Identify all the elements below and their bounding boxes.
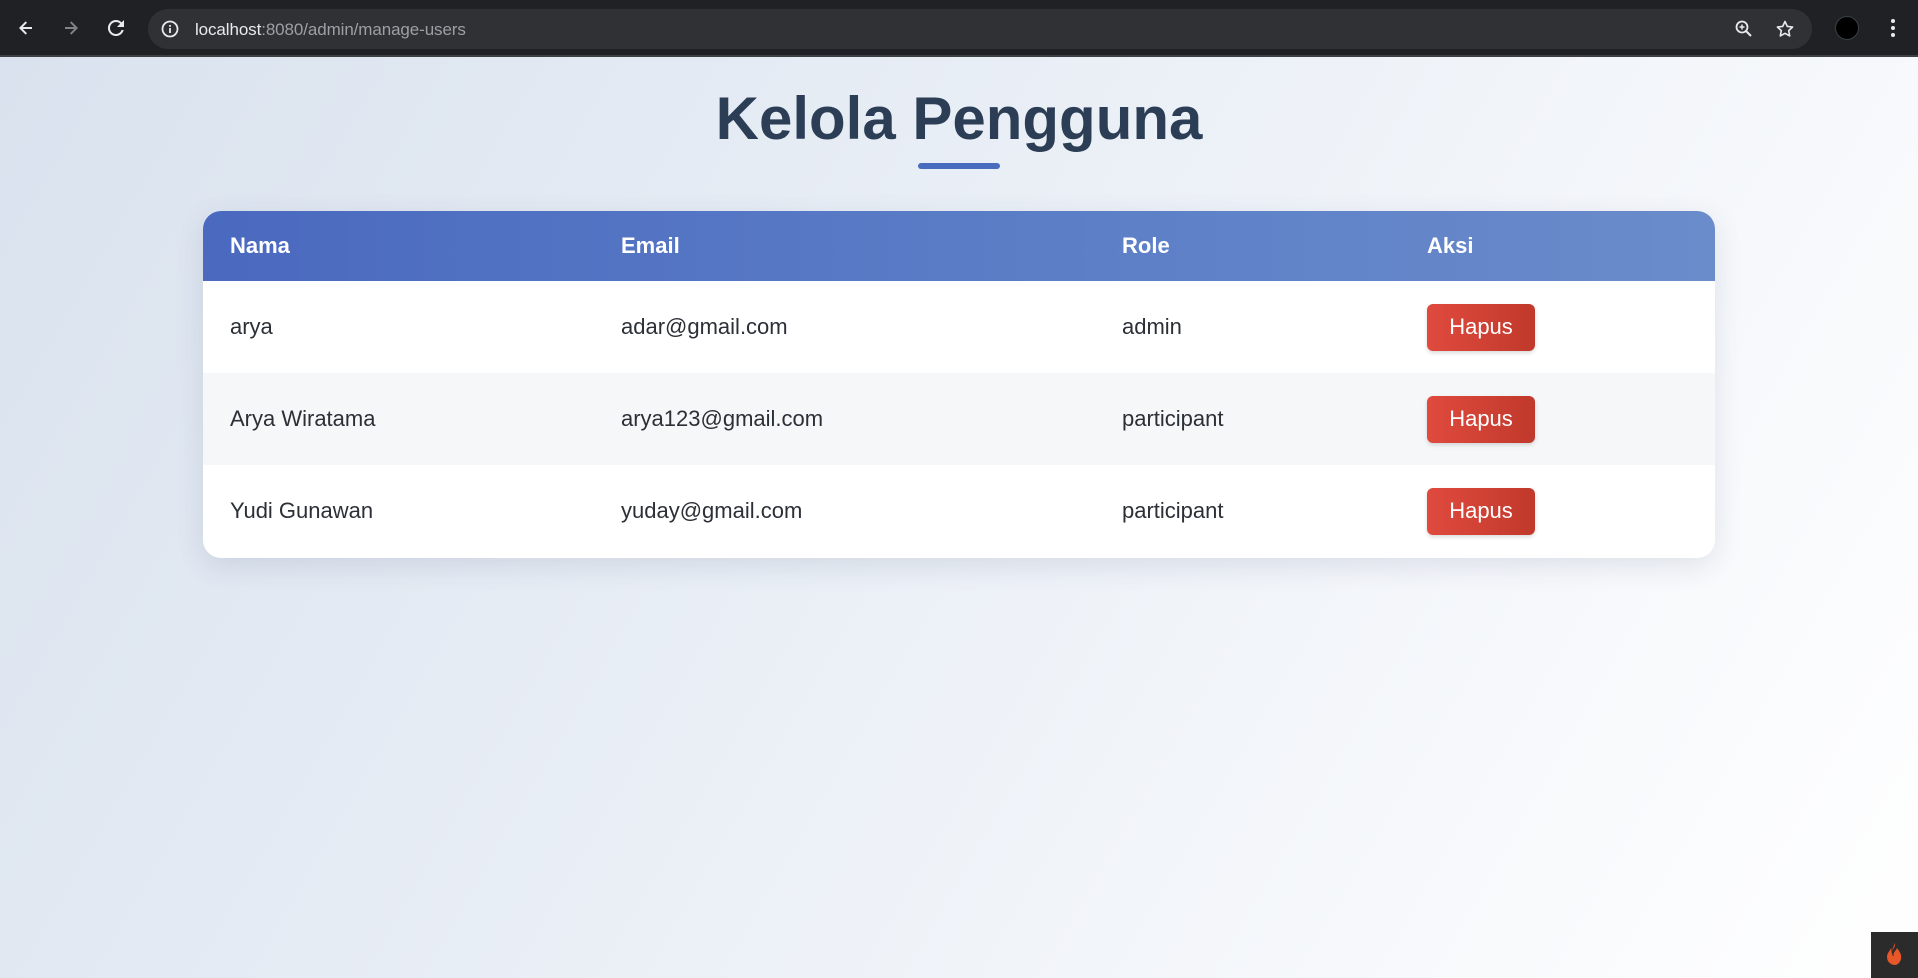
site-info-button[interactable] bbox=[158, 17, 182, 41]
bookmark-button[interactable] bbox=[1773, 17, 1797, 41]
delete-user-button[interactable]: Hapus bbox=[1427, 487, 1535, 535]
zoom-icon bbox=[1735, 20, 1752, 37]
cell-nama: Arya Wiratama bbox=[230, 406, 376, 431]
cell-email: adar@gmail.com bbox=[621, 314, 788, 339]
users-table: Nama Email Role Aksi arya adar@gmail.com… bbox=[203, 211, 1715, 557]
address-bar[interactable]: localhost:8080/admin/manage-users bbox=[148, 9, 1812, 49]
cell-nama: arya bbox=[230, 314, 273, 339]
flame-icon bbox=[1886, 943, 1901, 965]
kebab-menu-icon bbox=[1891, 19, 1895, 37]
page-title: Kelola Pengguna bbox=[715, 85, 1203, 152]
delete-user-button[interactable]: Hapus bbox=[1427, 303, 1535, 351]
column-header-aksi: Aksi bbox=[1427, 233, 1474, 258]
cell-email: yuday@gmail.com bbox=[621, 498, 803, 523]
cell-role: admin bbox=[1122, 314, 1182, 339]
cell-aksi: Hapus bbox=[1400, 465, 1715, 557]
info-icon bbox=[161, 20, 179, 38]
browser-menu-button[interactable] bbox=[1880, 12, 1906, 44]
column-header-email: Email bbox=[621, 233, 680, 258]
cell-aksi: Hapus bbox=[1400, 281, 1715, 373]
forward-button[interactable] bbox=[53, 10, 89, 46]
users-table-card: Nama Email Role Aksi arya adar@gmail.com… bbox=[203, 211, 1715, 558]
debug-toolbar-button[interactable] bbox=[1871, 932, 1918, 978]
star-icon bbox=[1776, 20, 1794, 37]
profile-avatar[interactable] bbox=[1835, 16, 1859, 40]
column-header-role: Role bbox=[1122, 233, 1170, 258]
arrow-left-icon bbox=[19, 21, 32, 35]
table-row: Yudi Gunawan yuday@gmail.com participant… bbox=[203, 465, 1715, 557]
url-text[interactable]: localhost:8080/admin/manage-users bbox=[195, 20, 466, 40]
cell-nama: Yudi Gunawan bbox=[230, 498, 374, 523]
reload-button[interactable] bbox=[98, 10, 134, 46]
table-header-row: Nama Email Role Aksi bbox=[203, 211, 1715, 281]
cell-aksi: Hapus bbox=[1400, 373, 1715, 465]
url-host: localhost bbox=[195, 20, 262, 39]
browser-toolbar: localhost:8080/admin/manage-users bbox=[0, 0, 1918, 57]
title-underline bbox=[918, 163, 1000, 169]
cell-role: participant bbox=[1122, 498, 1224, 523]
back-button[interactable] bbox=[8, 10, 44, 46]
page-content: Kelola Pengguna Nama Email Role Aksi ary… bbox=[0, 57, 1918, 978]
table-row: Arya Wiratama arya123@gmail.com particip… bbox=[203, 373, 1715, 465]
arrow-right-icon bbox=[65, 21, 78, 35]
zoom-button[interactable] bbox=[1732, 17, 1756, 41]
delete-user-button[interactable]: Hapus bbox=[1427, 395, 1535, 443]
reload-icon bbox=[107, 19, 124, 36]
column-header-nama: Nama bbox=[230, 233, 290, 258]
url-path: :8080/admin/manage-users bbox=[261, 20, 466, 39]
table-row: arya adar@gmail.com admin Hapus bbox=[203, 281, 1715, 373]
cell-role: participant bbox=[1122, 406, 1224, 431]
cell-email: arya123@gmail.com bbox=[621, 406, 824, 431]
